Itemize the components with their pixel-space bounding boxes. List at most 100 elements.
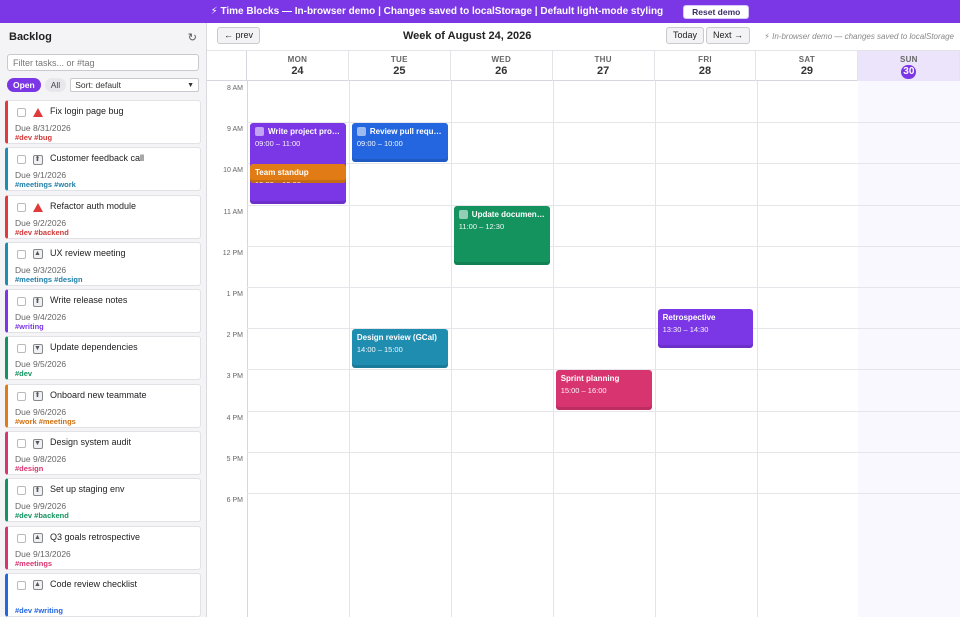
task-card[interactable]: Fix login page bug Due 8/31/2026 #dev #bug [5,100,201,144]
hour-label: 8 AM [227,85,243,92]
today-button[interactable]: Today [666,27,705,44]
day-column-divider [654,81,656,617]
priority-down-icon: ▼ [32,343,43,354]
next-week-button[interactable]: Next → [706,27,751,44]
sort-select-value: Sort: default [75,80,122,90]
task-checkbox[interactable] [17,486,26,496]
chevron-down-icon: ▼ [187,81,194,89]
filter-tasks-input[interactable] [7,54,199,71]
calendar-event[interactable]: Write project pro… 09:00 – 11:00 [250,123,346,204]
hour-gridline [247,410,960,412]
task-card[interactable]: ⬆ Customer feedback call Due 9/1/2026 #meet… [5,147,201,192]
priority-low-icon: ⬆ [32,154,43,165]
calendar-event[interactable]: Update documen… 11:00 – 12:30 [453,205,550,266]
event-title: Review pull requ… [369,127,442,137]
week-calendar: ← prev Week of August 24, 2026 Today Nex… [207,23,960,617]
day-date: 29 [800,65,814,77]
task-checkbox[interactable] [17,391,26,401]
task-tags: #dev [15,369,33,379]
filter-all-chip[interactable]: All [44,78,67,92]
prev-week-button[interactable]: ← prev [217,27,261,44]
task-card[interactable]: ⬆ Onboard new teammate Due 9/6/2026 #work #… [5,383,201,428]
task-card[interactable]: ▲ Code review checklist #dev #writing [5,572,201,617]
task-checkbox[interactable] [17,533,26,543]
calendar-event[interactable]: Sprint planning 15:00 – 16:00 [555,370,652,410]
reset-demo-button[interactable]: Reset demo [683,4,750,19]
calendar-event[interactable]: Team standup 10:00 – 10:30 [250,164,346,183]
hour-gridline [247,245,960,247]
event-title: Team standup [255,168,309,178]
task-card[interactable]: ⬆ Write release notes Due 9/4/2026 #writing [5,289,201,334]
task-due-date: Due 9/5/2026 [15,359,67,370]
task-due-date: Due 9/13/2026 [15,548,71,559]
task-title: Update dependencies [50,342,138,353]
task-checkbox[interactable] [17,108,26,117]
day-name: MON [287,55,308,64]
day-date: 26 [495,65,508,77]
task-card[interactable]: ⬆ Set up staging env Due 9/9/2026 #dev #bac… [5,478,201,523]
task-title: Write release notes [50,295,128,306]
calendar-event[interactable]: Retrospective 13:30 – 14:30 [657,308,754,348]
task-checkbox[interactable] [17,202,26,212]
day-date: 27 [597,65,610,77]
day-column-divider [552,81,554,617]
task-card[interactable]: ▲ Q3 goals retrospective Due 9/13/2026 #mee… [5,525,201,570]
day-header-mon: MON 24 [247,51,349,81]
event-title: Retrospective [662,312,716,322]
task-checkbox[interactable] [17,155,26,165]
day-header-fri: FRI 28 [655,51,757,81]
day-header-sun: SUN 30 [858,51,960,81]
hour-gridline [247,163,960,165]
hour-label: 10 AM [223,167,243,175]
day-headers: MON 24 TUE 25 WED 26 THU 27 FRI 28 SAT 29 SUN 30 [207,50,960,81]
priority-high-icon [32,107,43,118]
task-due-date: Due 9/6/2026 [15,406,67,417]
task-due-date: Due 9/4/2026 [15,312,67,323]
day-name: FRI [698,55,712,64]
refresh-icon[interactable]: ↻ [188,31,197,44]
sidebar-title: Backlog [9,31,52,43]
task-checkbox[interactable] [17,439,26,449]
hour-label: 9 AM [227,126,243,134]
event-checkbox[interactable] [458,209,468,219]
task-tags: #meetings #design [15,274,83,284]
event-time: 09:00 – 11:00 [255,139,301,149]
task-list: Fix login page bug Due 8/31/2026 #dev #bug… [5,100,201,617]
task-title: Design system audit [50,437,132,448]
task-due-date: Due 9/9/2026 [15,501,67,512]
sort-select[interactable]: Sort: default ▼ [70,78,199,92]
day-header-thu: THU 27 [553,51,655,81]
task-card[interactable]: Refactor auth module Due 9/2/2026 #dev #ba… [5,194,201,239]
calendar-event[interactable]: Design review (GCal) 14:00 – 15:00 [351,329,448,369]
task-due-date: Due 9/3/2026 [15,264,67,275]
task-filters: Open All Sort: default ▼ [7,78,199,92]
task-checkbox[interactable] [17,580,26,590]
event-time: 13:30 – 14:30 [662,324,709,334]
filter-open-chip[interactable]: Open [7,78,41,92]
task-tags: #meetings [15,558,53,568]
day-name: SUN [899,55,918,64]
task-checkbox[interactable] [17,344,26,354]
task-tags: #work #meetings [15,416,76,426]
storage-hint: ⚡ In-browser demo — changes saved to loc… [764,32,954,41]
task-card[interactable]: ▼ Update dependencies Due 9/5/2026 #dev [5,336,201,381]
event-title: Write project pro… [268,127,340,137]
day-column-divider [348,81,350,617]
task-title: UX review meeting [50,247,126,258]
task-card[interactable]: ▼ Design system audit Due 9/8/2026 #design [5,431,201,476]
task-checkbox[interactable] [17,249,26,259]
day-date: 24 [291,65,304,77]
calendar-event[interactable]: Review pull requ… 09:00 – 10:00 [351,123,448,163]
task-tags: #dev #backend [15,511,69,521]
hour-label: 12 PM [222,249,243,257]
task-checkbox[interactable] [17,297,26,307]
event-checkbox[interactable] [356,127,366,137]
task-card[interactable]: ▲ UX review meeting Due 9/3/2026 #meetings … [5,241,201,286]
event-checkbox[interactable] [255,127,264,137]
hour-gridline [247,493,960,494]
demo-banner: ⚡ Time Blocks — In-browser demo | Change… [0,0,960,23]
priority-low-icon: ⬆ [32,296,43,307]
day-header-sat: SAT 29 [757,51,859,81]
task-tags: #dev #writing [15,605,63,615]
event-title: Design review (GCal) [356,333,437,343]
